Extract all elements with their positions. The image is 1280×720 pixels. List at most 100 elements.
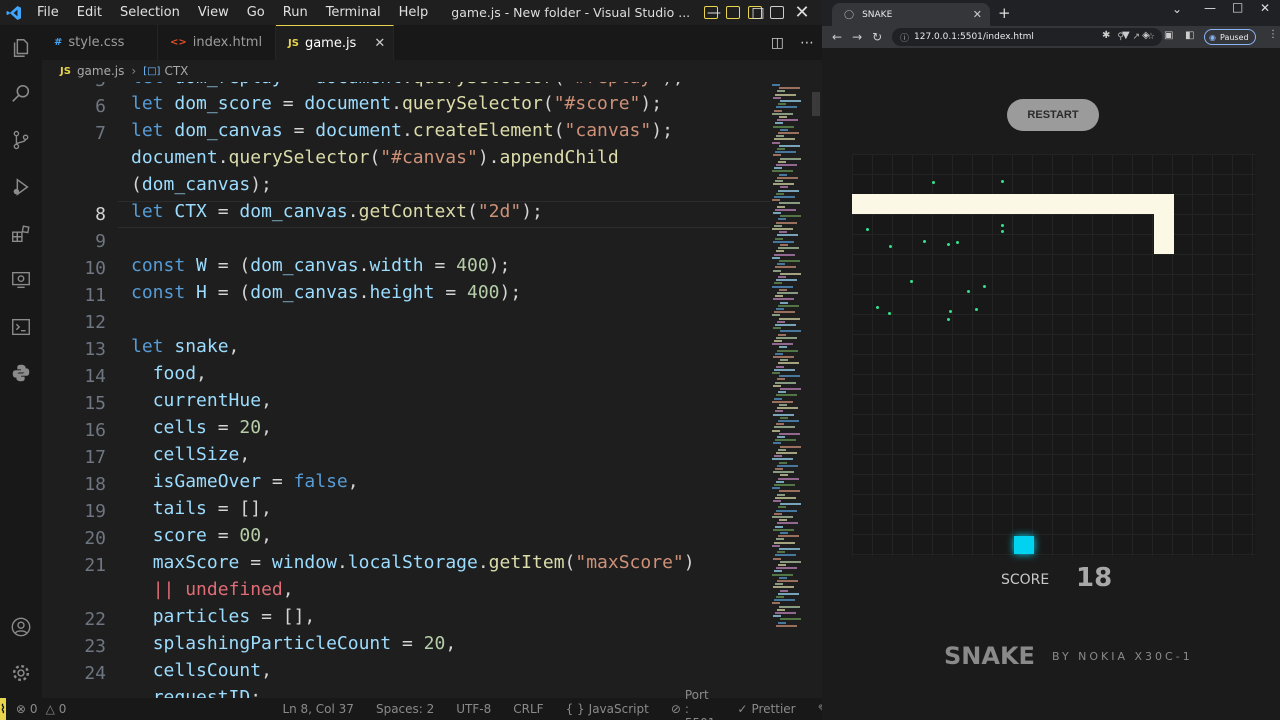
maximize-icon[interactable]: □ (736, 0, 780, 25)
code-line[interactable]: isGameOver = false, (131, 468, 359, 495)
close-tab-icon[interactable]: ✕ (374, 36, 385, 51)
minimap-line (780, 301, 788, 304)
close-window-icon[interactable]: ✕ (780, 0, 824, 25)
extensions-icon[interactable] (9, 222, 33, 246)
game-canvas[interactable] (852, 154, 1255, 556)
restart-button[interactable]: RESTART (1007, 99, 1099, 131)
source-control-icon[interactable] (9, 128, 33, 152)
tab-game-js[interactable]: JS game.js ✕ (276, 25, 394, 60)
remote-indicator-icon[interactable]: ⌇ (0, 698, 6, 720)
more-actions-icon[interactable]: ⋯ (800, 35, 814, 51)
menu-selection[interactable]: Selection (111, 0, 189, 25)
minimap-line (780, 560, 801, 563)
game-byline: BY NOKIA X30C-1 (1052, 650, 1193, 663)
error-icon[interactable]: ⊗ (16, 702, 26, 716)
end-of-line[interactable]: CRLF (513, 702, 543, 716)
code-line[interactable]: const H = (dom_canvas.height = 400); (131, 279, 521, 306)
search-icon[interactable] (9, 82, 33, 106)
minimize-icon[interactable]: — (692, 0, 736, 25)
code-line[interactable]: score = 00, (131, 522, 272, 549)
minimap-line (773, 327, 781, 330)
close-tab-icon[interactable]: ✕ (973, 8, 982, 21)
breadcrumb-file[interactable]: game.js (77, 64, 124, 78)
minimap-line (775, 439, 796, 442)
browser-menu-icon[interactable]: ⋮ (1268, 29, 1278, 40)
menu-view[interactable]: View (189, 0, 238, 25)
code-line[interactable]: let CTX = dom_canvas.getContext("2d"); (131, 198, 543, 225)
code-line[interactable]: food, (131, 360, 207, 387)
code-line[interactable]: cells = 20, (131, 414, 272, 441)
close-window-icon[interactable]: ✕ (1260, 1, 1270, 15)
tab-search-chevron-icon[interactable]: ⌄ (1172, 2, 1182, 16)
code-line[interactable]: maxScore = window.localStorage.getItem("… (131, 549, 695, 576)
split-editor-icon[interactable]: ◫ (771, 35, 784, 51)
minimap-line (779, 490, 800, 493)
live-server-port[interactable]: Port : 5501 (685, 688, 716, 720)
code-line[interactable]: let snake, (131, 333, 239, 360)
forward-icon[interactable]: → (852, 30, 862, 44)
paused-profile-button[interactable]: ◉ Paused (1204, 29, 1256, 45)
code-line[interactable]: tails = [], (131, 495, 272, 522)
tab-style-css[interactable]: # style.css (42, 25, 158, 60)
editor-scrollbar[interactable] (812, 92, 820, 116)
minimap-line (780, 215, 801, 218)
code-line[interactable]: requestID; (131, 684, 261, 698)
extension-icon[interactable]: ✱ (1102, 30, 1110, 41)
indentation[interactable]: Spaces: 2 (376, 702, 434, 716)
code-line[interactable]: (dom_canvas); (131, 171, 272, 198)
tab-index-html[interactable]: <> index.html (158, 25, 276, 60)
account-icon[interactable] (9, 615, 33, 639)
minimap-line (773, 96, 781, 99)
maximize-icon[interactable]: □ (1232, 0, 1243, 14)
menu-go[interactable]: Go (238, 0, 274, 25)
extension-icon[interactable]: ◈ (1142, 30, 1150, 41)
settings-gear-icon[interactable] (9, 661, 33, 685)
breadcrumb-symbol[interactable]: CTX (164, 64, 188, 78)
code-line[interactable]: splashingParticleCount = 20, (131, 630, 456, 657)
share-icon[interactable]: ↗ (1132, 32, 1140, 42)
code-line[interactable]: cellSize, (131, 441, 251, 468)
site-info-icon[interactable]: ⓘ (900, 31, 909, 44)
minimap[interactable] (772, 82, 812, 642)
minimap-line (772, 170, 793, 173)
menu-edit[interactable]: Edit (68, 0, 111, 25)
code-line[interactable]: cellsCount, (131, 657, 272, 684)
encoding[interactable]: UTF-8 (456, 702, 491, 716)
vue-devtools-icon[interactable]: ▼ (1122, 30, 1130, 41)
python-icon[interactable] (9, 361, 33, 385)
run-debug-icon[interactable] (9, 175, 33, 199)
code-line[interactable]: document.querySelector("#canvas").append… (131, 144, 619, 171)
code-line[interactable]: currentHue, (131, 387, 272, 414)
menu-help[interactable]: Help (390, 0, 438, 25)
code-line[interactable]: const W = (dom_canvas.width = 400); (131, 252, 510, 279)
snake-body (852, 194, 1174, 214)
code-line[interactable]: let dom_score = document.querySelector("… (131, 90, 662, 117)
remote-explorer-icon[interactable] (9, 268, 33, 292)
minimize-icon[interactable]: — (1204, 1, 1216, 15)
reload-icon[interactable]: ↻ (872, 30, 882, 44)
prettier-status[interactable]: Prettier (751, 702, 795, 716)
cursor-position[interactable]: Ln 8, Col 37 (282, 702, 354, 716)
back-icon[interactable]: ← (832, 30, 842, 44)
warning-icon[interactable]: △ (46, 702, 55, 716)
code-editor[interactable]: 5 6 7 8 9 10 11 12 13 14 15 16 17 18 19 … (42, 82, 770, 698)
minimap-line (773, 298, 794, 301)
terminal-panel-icon[interactable] (9, 315, 33, 339)
minimap-line (778, 592, 799, 595)
browser-tab-snake[interactable]: ◯ SNAKE ✕ (832, 3, 990, 26)
minimap-line (778, 362, 799, 365)
menu-terminal[interactable]: Terminal (317, 0, 390, 25)
new-tab-icon[interactable]: + (998, 4, 1011, 22)
explorer-icon[interactable] (9, 36, 33, 60)
check-icon: ✓ (737, 702, 748, 716)
language-mode[interactable]: JavaScript (589, 702, 649, 716)
menu-run[interactable]: Run (274, 0, 317, 25)
code-line[interactable]: particles = [], (131, 603, 316, 630)
side-panel-icon[interactable]: ◧ (1185, 30, 1194, 41)
minimap-line (780, 244, 788, 246)
code-line[interactable]: let dom_canvas = document.createElement(… (131, 117, 673, 144)
menu-file[interactable]: File (28, 0, 68, 25)
minimap-line (780, 474, 788, 477)
extensions-puzzle-icon[interactable]: ▣ (1164, 30, 1173, 41)
code-line[interactable]: || undefined, (131, 576, 294, 603)
